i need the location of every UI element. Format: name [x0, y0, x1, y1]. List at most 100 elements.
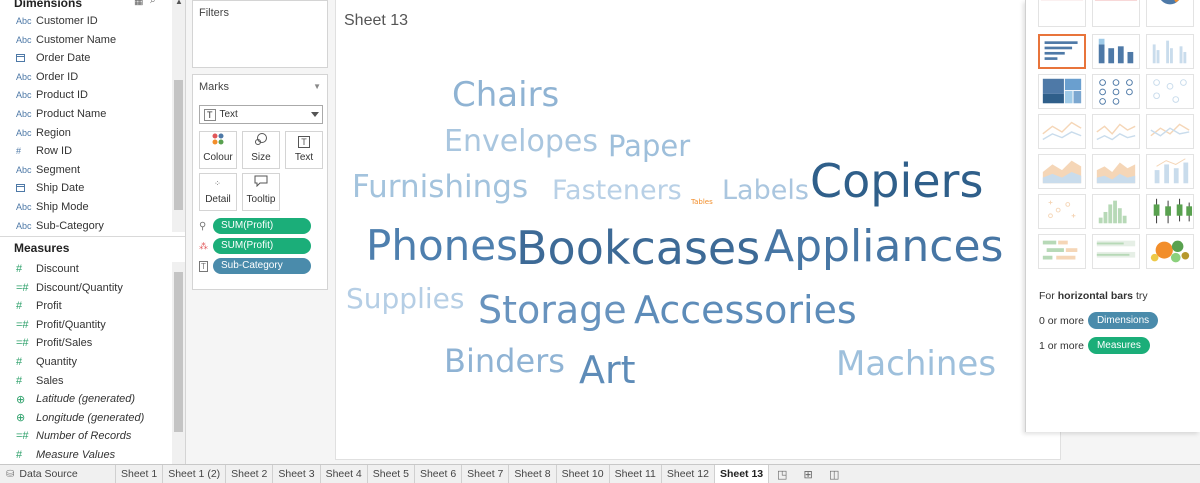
measure-field[interactable]: =# Discount/Quantity [16, 279, 123, 297]
measure-field[interactable]: ⊕ Latitude (generated) [16, 390, 135, 408]
sum-profit-colour-pill[interactable]: SUM(Profit) [213, 238, 311, 254]
dimension-field[interactable]: Abc Customer Name [16, 31, 116, 49]
new-dashboard-icon[interactable]: ⊞ [795, 465, 821, 483]
sheet-tab[interactable]: Sheet 5 [368, 465, 415, 483]
dimensions-scrollbar[interactable] [172, 0, 185, 232]
gantt-chart-icon[interactable] [1038, 234, 1086, 269]
pie-chart-icon[interactable] [1146, 0, 1194, 27]
size-pill-row[interactable]: ⚲ SUM(Profit) [199, 217, 311, 235]
dimension-field[interactable]: Abc Region [16, 124, 71, 142]
dimension-field[interactable]: Abc Order ID [16, 68, 78, 86]
sheet-tab[interactable]: Sheet 8 [509, 465, 557, 483]
sub-category-text-pill[interactable]: Sub-Category [213, 258, 311, 274]
word-cloud-item[interactable]: Bookcases [516, 225, 760, 271]
grid-view-icon[interactable]: ▦ [134, 0, 143, 7]
histogram-icon[interactable] [1092, 194, 1140, 229]
sheet-tab[interactable]: Sheet 6 [415, 465, 463, 483]
dimension-field[interactable]: Abc Product Name [16, 105, 106, 123]
packed-bubbles-icon[interactable] [1146, 234, 1194, 269]
new-worksheet-icon[interactable]: ◳ [769, 465, 795, 483]
dimension-field[interactable]: Abc Segment [16, 161, 80, 179]
word-cloud-item[interactable]: Envelopes [444, 127, 598, 157]
search-icon[interactable]: ⌕ [150, 0, 156, 6]
colour-pill-row[interactable]: ⁂ SUM(Profit) [199, 237, 311, 255]
tooltip-button[interactable]: Tooltip [242, 173, 280, 211]
continuous-lines-icon[interactable] [1038, 114, 1086, 149]
measure-field[interactable]: # Quantity [16, 353, 77, 371]
discrete-lines-icon[interactable] [1092, 114, 1140, 149]
sheet-tab[interactable]: Sheet 1 (2) [163, 465, 227, 483]
mark-type-dropdown[interactable]: T Text [199, 105, 323, 124]
dimension-field[interactable]: Order Date [16, 49, 90, 67]
text-button[interactable]: T Text [285, 131, 323, 169]
measure-field[interactable]: # Discount [16, 260, 79, 278]
sheet-tab[interactable]: Sheet 10 [557, 465, 610, 483]
measure-field[interactable]: ⊕ Longitude (generated) [16, 409, 144, 427]
sheet-tab[interactable]: Sheet 11 [610, 465, 662, 483]
word-cloud-item[interactable]: Furnishings [352, 172, 528, 203]
scroll-up-icon[interactable]: ▲ [175, 0, 183, 6]
word-cloud-item[interactable]: Phones [366, 225, 518, 267]
colour-button[interactable]: Colour [199, 131, 237, 169]
word-cloud-item[interactable]: Storage [478, 291, 627, 329]
dual-combination-icon[interactable] [1146, 154, 1194, 189]
measure-field[interactable]: # Sales [16, 372, 64, 390]
side-by-side-circles-icon[interactable] [1146, 74, 1194, 109]
scatter-plot-icon[interactable] [1038, 194, 1086, 229]
measures-scrollbar[interactable] [172, 262, 185, 464]
measure-field[interactable]: =# Profit/Quantity [16, 316, 106, 334]
dual-lines-icon[interactable] [1146, 114, 1194, 149]
dimension-field[interactable]: Abc Product ID [16, 86, 88, 104]
stacked-bars-icon[interactable] [1092, 34, 1140, 69]
word-cloud-item[interactable]: Appliances [764, 225, 1003, 269]
dimension-field[interactable]: Abc Ship Mode [16, 198, 89, 216]
dimensions-scroll-thumb[interactable] [174, 80, 183, 210]
sheet-tab[interactable]: Sheet 13 [714, 465, 770, 483]
word-cloud-item[interactable]: Art [579, 351, 636, 389]
word-cloud-item[interactable]: Paper [608, 132, 690, 161]
word-cloud-item[interactable]: Chairs [452, 78, 559, 112]
bullet-graph-icon[interactable] [1092, 234, 1140, 269]
text-pill-row[interactable]: T Sub-Category [199, 257, 311, 275]
data-source-tab[interactable]: ⛁ Data Source [0, 465, 116, 483]
detail-button[interactable]: ⁘ Detail [199, 173, 237, 211]
word-cloud-item[interactable]: Machines [836, 347, 996, 381]
circle-view-icon[interactable] [1092, 74, 1140, 109]
sheet-tab[interactable]: Sheet 4 [321, 465, 368, 483]
measures-scroll-thumb[interactable] [174, 272, 183, 432]
word-cloud-item[interactable]: Accessories [634, 291, 857, 329]
sum-profit-size-pill[interactable]: SUM(Profit) [213, 218, 311, 234]
word-cloud-item[interactable]: Labels [722, 177, 809, 204]
treemap-icon[interactable] [1038, 74, 1086, 109]
word-cloud-item[interactable]: Copiers [810, 158, 983, 204]
measure-field[interactable]: # Measure Values [16, 446, 115, 464]
sheet-tab[interactable]: Sheet 1 [116, 465, 164, 483]
measure-field[interactable]: # Profit [16, 297, 62, 315]
area-continuous-icon[interactable] [1038, 154, 1086, 189]
view-canvas[interactable]: Sheet 13 Chairs Envelopes Paper Furnishings… [335, 0, 1061, 460]
new-story-icon[interactable]: ◫ [821, 465, 847, 483]
dimension-field[interactable]: # Row ID [16, 142, 72, 160]
sheet-tab[interactable]: Sheet 3 [273, 465, 321, 483]
word-cloud-item[interactable]: Supplies [346, 285, 464, 313]
size-button[interactable]: Size [242, 131, 280, 169]
side-by-side-bars-icon[interactable] [1146, 34, 1194, 69]
word-cloud-item[interactable]: Tables [691, 199, 713, 206]
sheet-tab[interactable]: Sheet 7 [462, 465, 510, 483]
horizontal-bars-icon[interactable] [1038, 34, 1086, 69]
dimension-field[interactable]: Abc Sub-Category [16, 217, 104, 235]
measure-field[interactable]: =# Number of Records [16, 427, 131, 445]
symbol-map-icon[interactable] [1038, 0, 1086, 27]
word-cloud-item[interactable]: Fasteners [552, 177, 682, 204]
area-discrete-icon[interactable] [1092, 154, 1140, 189]
dimension-field[interactable]: Ship Date [16, 179, 84, 197]
filters-shelf[interactable]: Filters [192, 0, 328, 68]
sheet-tab[interactable]: Sheet 12 [662, 465, 715, 483]
filled-map-icon[interactable] [1092, 0, 1140, 27]
dimension-field[interactable]: Abc Customer ID [16, 12, 98, 30]
marks-menu-icon[interactable]: ▼ [313, 82, 321, 91]
sheet-tab[interactable]: Sheet 2 [226, 465, 274, 483]
box-whisker-icon[interactable] [1146, 194, 1194, 229]
word-cloud-item[interactable]: Binders [444, 345, 565, 377]
measure-field[interactable]: =# Profit/Sales [16, 334, 92, 352]
